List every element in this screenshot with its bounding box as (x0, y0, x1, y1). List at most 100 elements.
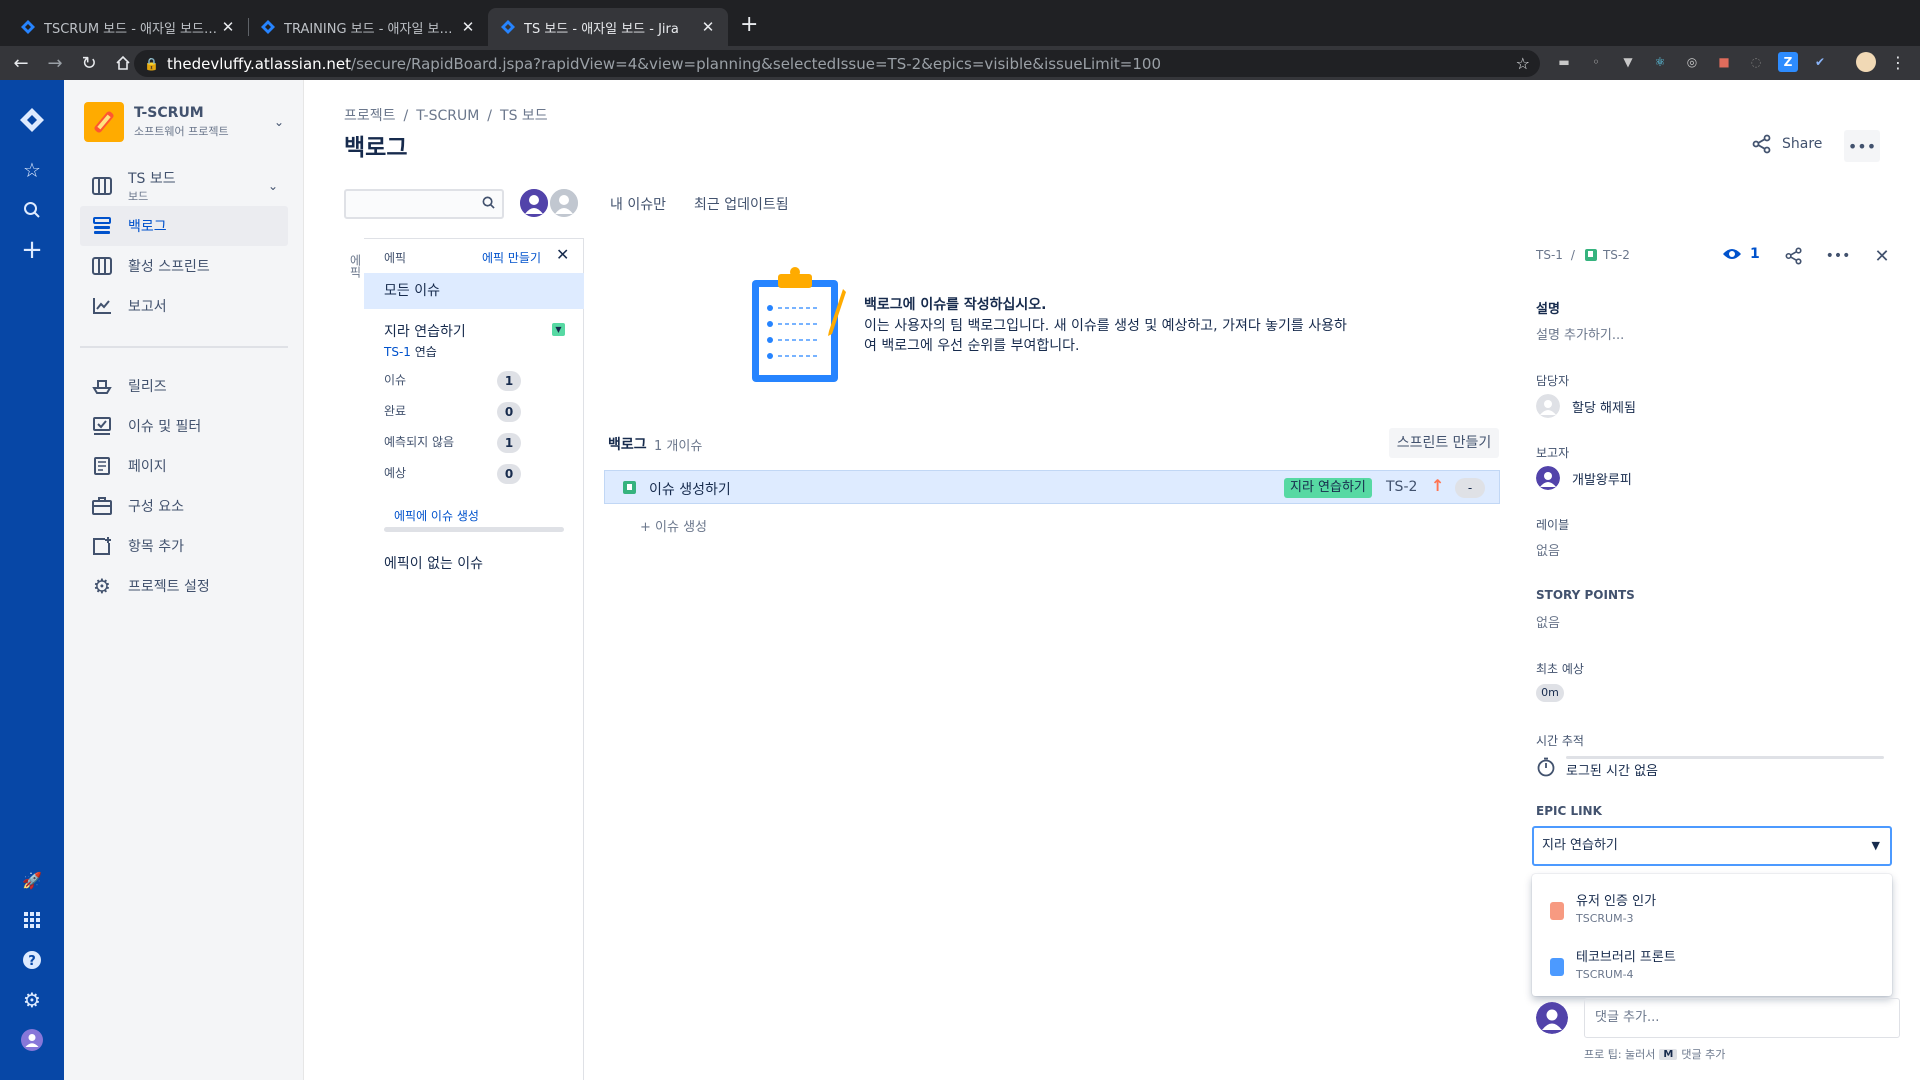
unassigned-avatar-filter[interactable] (548, 187, 580, 219)
rocket-icon[interactable]: 🚀 (16, 864, 48, 896)
starred-icon[interactable]: ☆ (16, 154, 48, 186)
table-row[interactable]: 이슈 생성하기 지라 연습하기 TS-2 ↑ - (604, 470, 1500, 504)
share-button[interactable]: Share (1752, 134, 1822, 154)
extension-icon[interactable]: ◎ (1682, 52, 1702, 72)
epic-panel-tab[interactable]: 에픽 (344, 254, 364, 284)
close-tab-icon[interactable]: ✕ (460, 18, 476, 36)
quick-filter-recently-updated[interactable]: 최근 업데이트됨 (694, 194, 789, 214)
issue-key-link[interactable]: TS-2 (1603, 248, 1630, 262)
story-icon (1584, 249, 1597, 261)
story-points-field[interactable]: 없음 (1536, 612, 1560, 631)
search-icon[interactable] (16, 194, 48, 226)
create-epic-link[interactable]: 에픽 만들기 (482, 249, 541, 266)
epic-link-value: 지라 연습하기 (1542, 838, 1618, 853)
tab-title: TRAINING 보드 - 애자일 보드 - Jira (284, 21, 460, 37)
all-issues-filter[interactable]: 모든 이슈 (364, 273, 584, 309)
browser-tab[interactable]: TSCRUM 보드 - 애자일 보드 - Jira ✕ (8, 8, 248, 46)
close-tab-icon[interactable]: ✕ (220, 18, 236, 36)
project-switcher[interactable]: T-SCRUM 소프트웨어 프로젝트 ⌄ (84, 102, 284, 142)
parent-issue-link[interactable]: TS-1 (1536, 248, 1563, 262)
chart-icon (92, 296, 112, 316)
close-tab-icon[interactable]: ✕ (700, 18, 716, 36)
dropdown-option[interactable]: 유저 인증 인가 TSCRUM-3 (1532, 880, 1892, 936)
quick-filter-my-issues[interactable]: 내 이슈만 (610, 194, 666, 214)
create-issue-in-epic-link[interactable]: 에픽에 이슈 생성 (394, 507, 479, 524)
url-path: /secure/RapidBoard.jspa?rapidView=4&view… (351, 54, 1161, 73)
description-field[interactable]: 설명 추가하기... (1536, 324, 1624, 343)
epic-link-select[interactable]: 지라 연습하기 ▼ (1532, 826, 1892, 866)
sidebar-item-project-settings[interactable]: ⚙ 프로젝트 설정 (80, 566, 288, 606)
browser-tab-active[interactable]: TS 보드 - 애자일 보드 - Jira ✕ (488, 8, 728, 46)
extension-icon[interactable]: ▬ (1554, 52, 1574, 72)
watch-button[interactable]: 1 (1722, 246, 1760, 262)
option-name: 테코브러리 프론트 (1576, 950, 1676, 965)
sidebar-item-backlog[interactable]: 백로그 (80, 206, 288, 246)
user-avatar-filter[interactable] (518, 187, 550, 219)
issues-without-epic-filter[interactable]: 에픽이 없는 이슈 (384, 553, 483, 573)
app-switcher-icon[interactable] (16, 904, 48, 936)
browser-tab[interactable]: TRAINING 보드 - 애자일 보드 - Jira ✕ (248, 8, 488, 46)
sidebar-item-pages[interactable]: 페이지 (80, 446, 288, 486)
search-input[interactable] (344, 189, 504, 219)
close-icon[interactable]: ✕ (556, 245, 569, 264)
board-columns-icon (92, 256, 112, 276)
sidebar-item-components[interactable]: 구성 요소 (80, 486, 288, 526)
sidebar-item-releases[interactable]: 릴리즈 (80, 366, 288, 406)
more-actions-button[interactable]: ••• (1844, 130, 1880, 162)
epic-progress-bar (384, 527, 564, 532)
labels-field[interactable]: 없음 (1536, 540, 1560, 559)
vue-devtools-icon[interactable]: ▼ (1618, 52, 1638, 72)
new-tab-button[interactable]: + (740, 14, 758, 36)
more-icon[interactable]: ••• (1826, 244, 1851, 268)
epic-color-swatch (1550, 902, 1564, 920)
help-icon[interactable]: ? (16, 944, 48, 976)
project-name: T-SCRUM (134, 105, 204, 121)
board-name: TS 보드 (128, 171, 176, 187)
breadcrumb-item[interactable]: T-SCRUM (416, 108, 479, 124)
back-icon[interactable]: ← (4, 46, 38, 80)
create-icon[interactable]: + (16, 234, 48, 266)
dropdown-option[interactable]: 테코브러리 프론트 TSCRUM-4 (1532, 936, 1892, 992)
original-estimate-field[interactable]: 0m (1536, 684, 1564, 702)
comment-input[interactable]: 댓글 추가... (1584, 998, 1900, 1038)
reload-icon[interactable]: ↻ (72, 46, 106, 80)
assignee-field[interactable]: 할당 해제됨 (1536, 394, 1636, 418)
chevron-down-icon[interactable]: ⌄ (274, 115, 284, 129)
settings-gear-icon[interactable]: ⚙ (16, 984, 48, 1016)
create-issue-button[interactable]: + 이슈 생성 (640, 516, 707, 535)
bookmark-star-icon[interactable]: ☆ (1516, 54, 1530, 73)
breadcrumb-item[interactable]: 프로젝트 (344, 108, 396, 124)
profile-avatar[interactable] (1856, 52, 1876, 72)
extension-icon[interactable]: ◦ (1586, 52, 1606, 72)
sidebar-item-issues-filters[interactable]: 이슈 및 필터 (80, 406, 288, 446)
caret-down-icon[interactable]: ▼ (552, 323, 565, 336)
epic-name[interactable]: 지라 연습하기 (384, 321, 466, 341)
zoom-extension-icon[interactable]: Z (1778, 52, 1798, 72)
reporter-name: 개발왕루피 (1572, 472, 1632, 488)
backlog-issue-count: 1 개이슈 (654, 439, 703, 454)
sidebar-item-reports[interactable]: 보고서 (80, 286, 288, 326)
close-icon[interactable]: ✕ (1870, 244, 1894, 268)
extension-icon[interactable]: ✔ (1810, 52, 1830, 72)
chrome-menu-icon[interactable]: ⋮ (1888, 52, 1908, 72)
jira-logo-icon[interactable] (16, 104, 48, 136)
extension-icon[interactable]: ◌ (1746, 52, 1766, 72)
extension-icon[interactable]: ■ (1714, 52, 1734, 72)
epic-stat: 이슈 1 (384, 371, 544, 391)
story-icon (623, 481, 636, 494)
board-switcher[interactable]: TS 보드 보드 ⌄ (80, 166, 288, 206)
share-icon[interactable] (1782, 244, 1806, 268)
react-devtools-icon[interactable]: ⚛ (1650, 52, 1670, 72)
forward-icon[interactable]: → (38, 46, 72, 80)
reporter-field[interactable]: 개발왕루피 (1536, 466, 1632, 490)
sidebar-item-add-item[interactable]: 항목 추가 (80, 526, 288, 566)
issue-detail-panel: TS-1 / TS-2 1 ••• ✕ 설명 설명 추가하기... 담당자 할당… (1532, 238, 1900, 1080)
create-sprint-button[interactable]: 스프린트 만들기 (1389, 428, 1499, 458)
epic-key-link[interactable]: TS-1 (384, 345, 411, 359)
address-bar[interactable]: 🔒 thedevluffy.atlassian.net/secure/Rapid… (134, 50, 1540, 77)
breadcrumb-item[interactable]: TS 보드 (500, 108, 548, 124)
user-avatar-icon[interactable] (16, 1024, 48, 1056)
sidebar-item-active-sprint[interactable]: 활성 스프린트 (80, 246, 288, 286)
chevron-down-icon[interactable]: ⌄ (268, 179, 278, 193)
time-tracking-field[interactable]: 로그된 시간 없음 (1536, 754, 1658, 779)
